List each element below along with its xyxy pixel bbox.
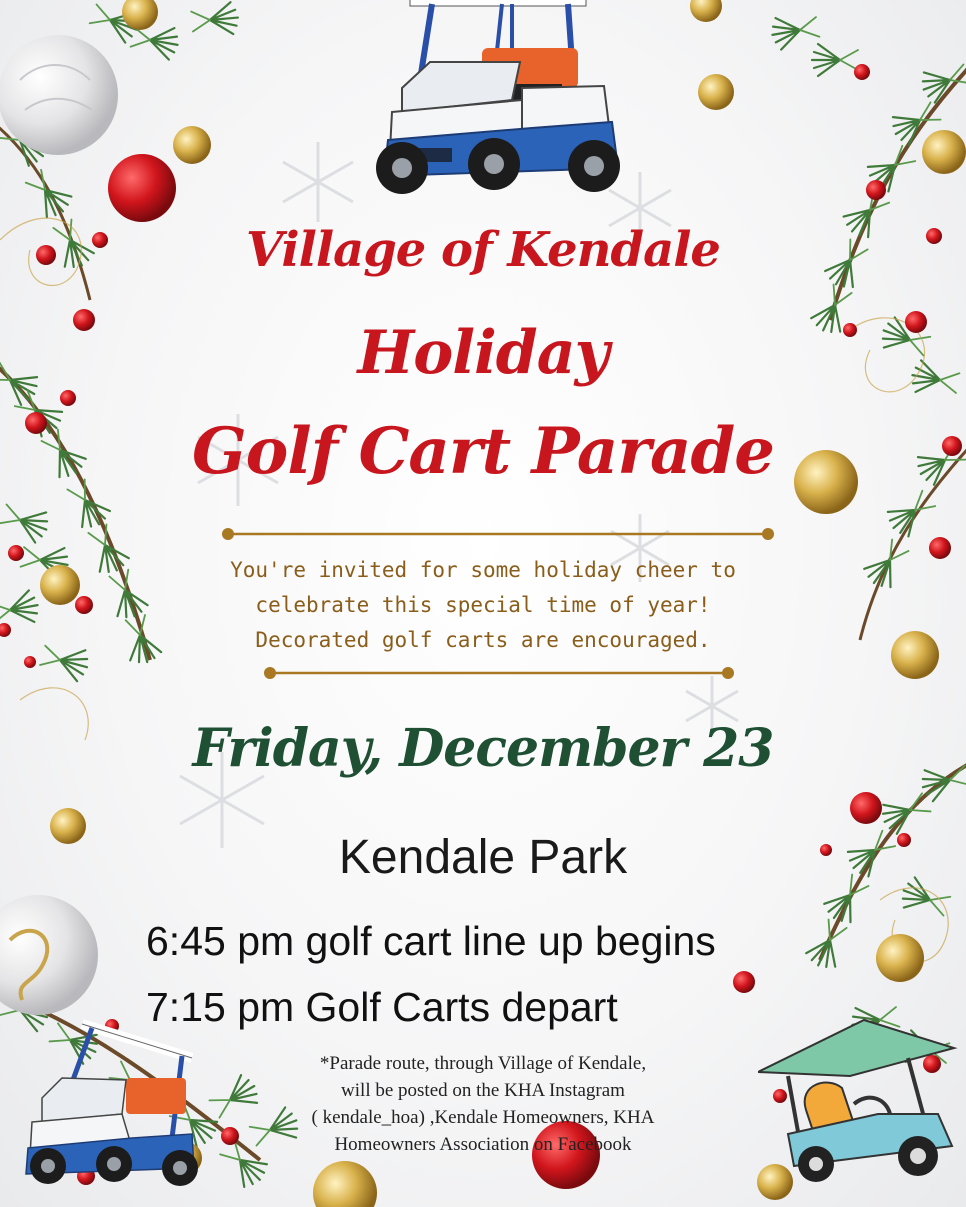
lineup-time: 6:45 pm golf cart line up begins bbox=[146, 918, 716, 964]
depart-time: 7:15 pm Golf Carts depart bbox=[146, 984, 618, 1030]
title-village: Village of Kendale bbox=[246, 222, 721, 278]
golf-cart-icon bbox=[376, 0, 620, 194]
title-holiday: Holiday bbox=[357, 318, 610, 388]
parade-route-note: *Parade route, through Village of Kendal… bbox=[0, 1050, 966, 1158]
note-line: will be posted on the KHA Instagram bbox=[341, 1080, 625, 1101]
invite-text: You're invited for some holiday cheer to… bbox=[0, 553, 966, 658]
title-parade: Golf Cart Parade bbox=[192, 414, 775, 489]
divider-bottom bbox=[264, 667, 734, 679]
invite-line: celebrate this special time of year! bbox=[255, 593, 711, 617]
note-line: ( kendale_hoa) ,Kendale Homeowners, KHA bbox=[311, 1107, 655, 1128]
note-line: Homeowners Association on Facebook bbox=[334, 1134, 632, 1155]
event-date: Friday, December 23 bbox=[192, 718, 775, 779]
event-venue: Kendale Park bbox=[338, 831, 628, 884]
note-line: *Parade route, through Village of Kendal… bbox=[319, 1053, 647, 1074]
divider-top bbox=[222, 528, 774, 540]
invite-line: Decorated golf carts are encouraged. bbox=[255, 628, 711, 652]
invite-line: You're invited for some holiday cheer to bbox=[230, 558, 736, 582]
